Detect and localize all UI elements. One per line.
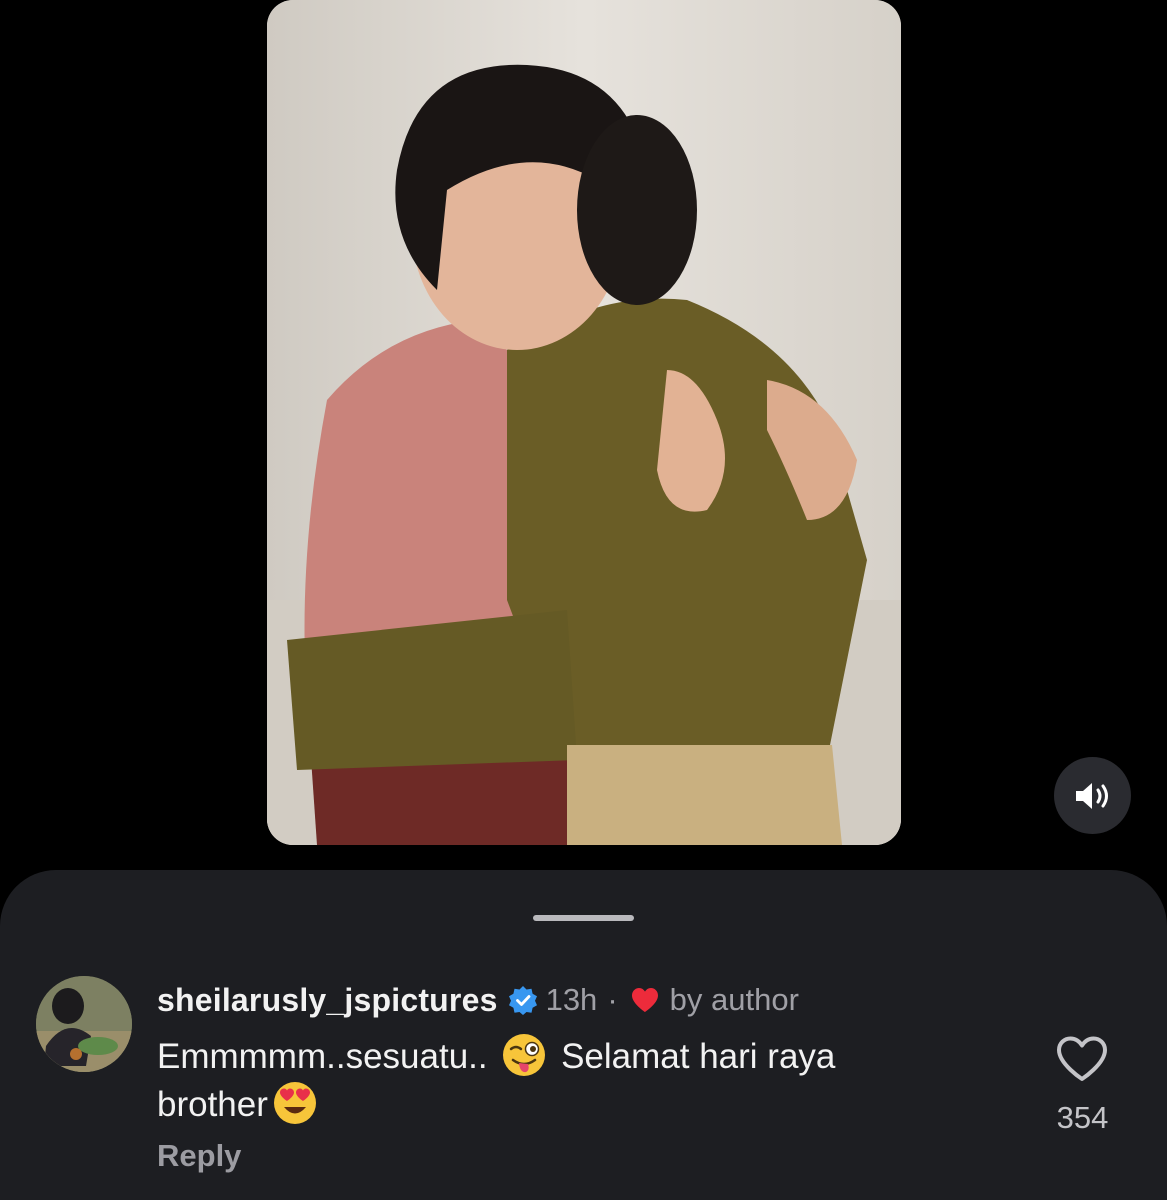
reply-button[interactable]: Reply	[157, 1138, 241, 1174]
comment-text-part2: Selamat hari raya	[561, 1037, 836, 1076]
like-heart-outline-icon[interactable]	[1055, 1035, 1109, 1083]
comment-timestamp: 13h	[545, 982, 598, 1017]
comment-header: sheilarusly_jspictures 13h · by author	[157, 980, 799, 1020]
winking-face-with-tongue-emoji-icon	[503, 1034, 546, 1076]
liked-by-author-label: by author	[669, 982, 799, 1017]
smiling-face-with-heart-eyes-emoji-icon	[273, 1082, 316, 1124]
commenter-avatar[interactable]	[36, 976, 132, 1072]
comments-sheet: sheilarusly_jspictures 13h · by author E…	[0, 870, 1167, 1200]
video-player[interactable]	[267, 0, 901, 845]
like-count: 354	[1056, 1100, 1109, 1135]
header-separator: ·	[607, 982, 618, 1017]
comment-text: Emmmmm..sesuatu.. Selamat hari raya brot…	[157, 1032, 977, 1128]
verified-badge-icon	[508, 986, 537, 1015]
mute-toggle-button[interactable]	[1054, 757, 1131, 834]
video-frame-image	[267, 0, 901, 845]
comment-text-part3: brother	[157, 1085, 268, 1124]
comment-username[interactable]: sheilarusly_jspictures	[157, 982, 498, 1019]
comment-text-part1: Emmmmm..sesuatu..	[157, 1037, 488, 1076]
heart-filled-icon	[631, 988, 658, 1012]
sheet-drag-handle[interactable]	[533, 915, 634, 921]
avatar-image	[36, 976, 132, 1072]
reel-comments-screen: sheilarusly_jspictures 13h · by author E…	[0, 0, 1167, 1200]
speaker-on-icon	[1075, 782, 1108, 809]
